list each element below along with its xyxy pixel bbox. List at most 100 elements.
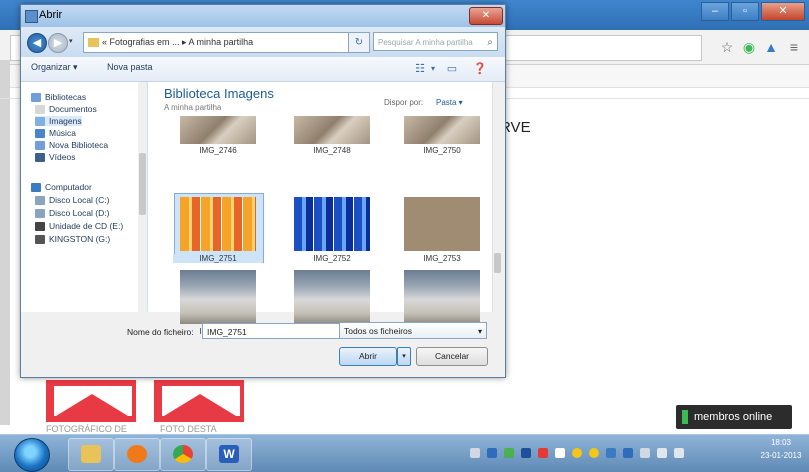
library-title: Biblioteca Imagens (164, 86, 274, 101)
library-icon (31, 92, 41, 102)
extension-icon[interactable]: ◉ (740, 38, 758, 56)
view-dropdown-icon[interactable]: ▾ (426, 62, 440, 76)
music-icon (35, 128, 45, 138)
taskbar-app-explorer[interactable] (68, 438, 114, 471)
image-placeholder[interactable] (152, 378, 246, 424)
nav-item-0[interactable]: Bibliotecas (31, 92, 86, 102)
start-button[interactable] (14, 438, 50, 472)
taskbar-app-media-player[interactable] (114, 438, 160, 471)
star-icon[interactable]: ☆ (718, 38, 736, 56)
image-placeholder-caption: FOTOGRÁFICO DE (46, 424, 127, 434)
maximize-button[interactable]: ▫ (731, 2, 759, 21)
clock-time: 18:03 (770, 438, 792, 447)
nav-item-4[interactable]: Nova Biblioteca (35, 140, 108, 150)
open-options-button[interactable]: ▾ (397, 347, 411, 366)
file-thumbnail[interactable] (180, 116, 256, 144)
file-thumbnail[interactable] (404, 197, 480, 251)
file-thumbnail[interactable] (404, 116, 480, 144)
videos-icon (35, 152, 45, 162)
filename-value: IMG_2751 (207, 327, 247, 337)
folder-path: « Fotografias em ... ▸ A minha partilha (102, 37, 254, 47)
extension-arrow-icon[interactable]: ▲ (762, 38, 780, 56)
drive-icon (35, 208, 45, 218)
nav-item-3[interactable]: Música (35, 128, 76, 138)
file-name: IMG_2748 (313, 146, 351, 155)
tray-icon[interactable] (606, 448, 616, 458)
close-window-button[interactable]: ✕ (761, 2, 805, 21)
nav-item-6[interactable]: Computador (31, 182, 92, 192)
taskbar-app-word[interactable]: W (206, 438, 252, 471)
file-thumbnail[interactable] (294, 270, 370, 324)
filename-input[interactable]: IMG_2751 ▾ (202, 323, 358, 339)
dialog-search-input[interactable]: Pesquisar A minha partilha ⌕ (373, 32, 498, 51)
tray-icon[interactable] (555, 448, 565, 458)
nav-item-5[interactable]: Vídeos (35, 152, 75, 162)
library-icon (35, 140, 45, 150)
view-options-icon[interactable]: ☷ (413, 62, 427, 76)
nav-item-label: Disco Local (D:) (49, 208, 110, 218)
page-scrollbar[interactable] (0, 60, 10, 425)
tray-icon[interactable] (504, 448, 514, 458)
library-subtitle: A minha partilha (164, 103, 222, 112)
nav-item-7[interactable]: Disco Local (C:) (35, 195, 109, 205)
tray-icon[interactable] (623, 448, 633, 458)
cancel-button[interactable]: Cancelar (416, 347, 488, 366)
file-name: IMG_2753 (423, 254, 461, 263)
open-button[interactable]: Abrir (339, 347, 397, 366)
file-type-filter[interactable]: Todos os ficheiros ▾ (339, 322, 487, 339)
filename-label: Nome do ficheiro: (127, 327, 194, 337)
tray-icon[interactable] (572, 448, 582, 458)
minimize-button[interactable]: – (701, 2, 729, 21)
folder-address-bar[interactable]: « Fotografias em ... ▸ A minha partilha (83, 32, 350, 53)
back-button[interactable]: ◀ (27, 33, 47, 53)
file-list-scroll-thumb[interactable] (494, 253, 501, 273)
taskbar: W (0, 434, 809, 472)
file-thumbnail[interactable] (294, 197, 370, 251)
cd-drive-icon (35, 221, 45, 231)
nav-item-10[interactable]: KINGSTON (G:) (35, 234, 110, 244)
menu-icon[interactable]: ≡ (785, 38, 803, 56)
nav-item-label: Unidade de CD (E:) (49, 221, 124, 231)
tray-icon[interactable] (538, 448, 548, 458)
file-thumbnail[interactable] (294, 116, 370, 144)
documents-icon (35, 104, 45, 114)
taskbar-clock[interactable]: 18:03 23-01-2013 (757, 436, 805, 462)
refresh-icon[interactable]: ↻ (348, 32, 370, 53)
tray-icon[interactable] (487, 448, 497, 458)
tray-icon[interactable] (640, 448, 650, 458)
tray-icon[interactable] (521, 448, 531, 458)
network-icon[interactable] (657, 448, 667, 458)
members-online-badge[interactable]: membros online (676, 405, 792, 429)
volume-icon[interactable] (674, 448, 684, 458)
dialog-close-button[interactable]: ✕ (469, 7, 503, 25)
dialog-titlebar[interactable]: Abrir ✕ (21, 5, 505, 27)
organize-menu[interactable]: Organizar ▾ (31, 62, 78, 73)
tray-icon[interactable] (470, 448, 480, 458)
file-thumbnail[interactable] (180, 197, 256, 251)
nav-item-label: Música (49, 128, 76, 138)
search-icon: ⌕ (487, 37, 493, 48)
nav-item-2[interactable]: Imagens (35, 116, 82, 126)
forward-button[interactable]: ▶ (48, 33, 68, 53)
recent-locations-icon[interactable]: ▾ (69, 37, 73, 45)
nav-item-9[interactable]: Unidade de CD (E:) (35, 221, 123, 231)
online-indicator-icon (682, 410, 688, 424)
file-list-scrollbar[interactable] (492, 82, 504, 312)
nav-item-label: Computador (45, 182, 92, 192)
navigation-scroll-thumb[interactable] (139, 153, 146, 215)
file-thumbnail[interactable] (180, 270, 256, 324)
dialog-title: Abrir (39, 9, 63, 21)
file-name: IMG_2752 (313, 254, 351, 263)
preview-pane-icon[interactable]: ▭ (445, 62, 459, 76)
file-thumbnail[interactable] (404, 270, 480, 324)
nav-item-8[interactable]: Disco Local (D:) (35, 208, 109, 218)
arrange-by-dropdown[interactable]: Pasta ▾ (436, 98, 463, 107)
nav-item-1[interactable]: Documentos (35, 104, 97, 114)
nav-item-label: Documentos (49, 104, 97, 114)
usb-drive-icon (35, 234, 45, 244)
help-icon[interactable]: ❓ (473, 62, 487, 76)
new-folder-button[interactable]: Nova pasta (107, 62, 153, 72)
image-placeholder[interactable] (44, 378, 138, 424)
tray-icon[interactable] (589, 448, 599, 458)
taskbar-app-chrome[interactable] (160, 438, 206, 471)
